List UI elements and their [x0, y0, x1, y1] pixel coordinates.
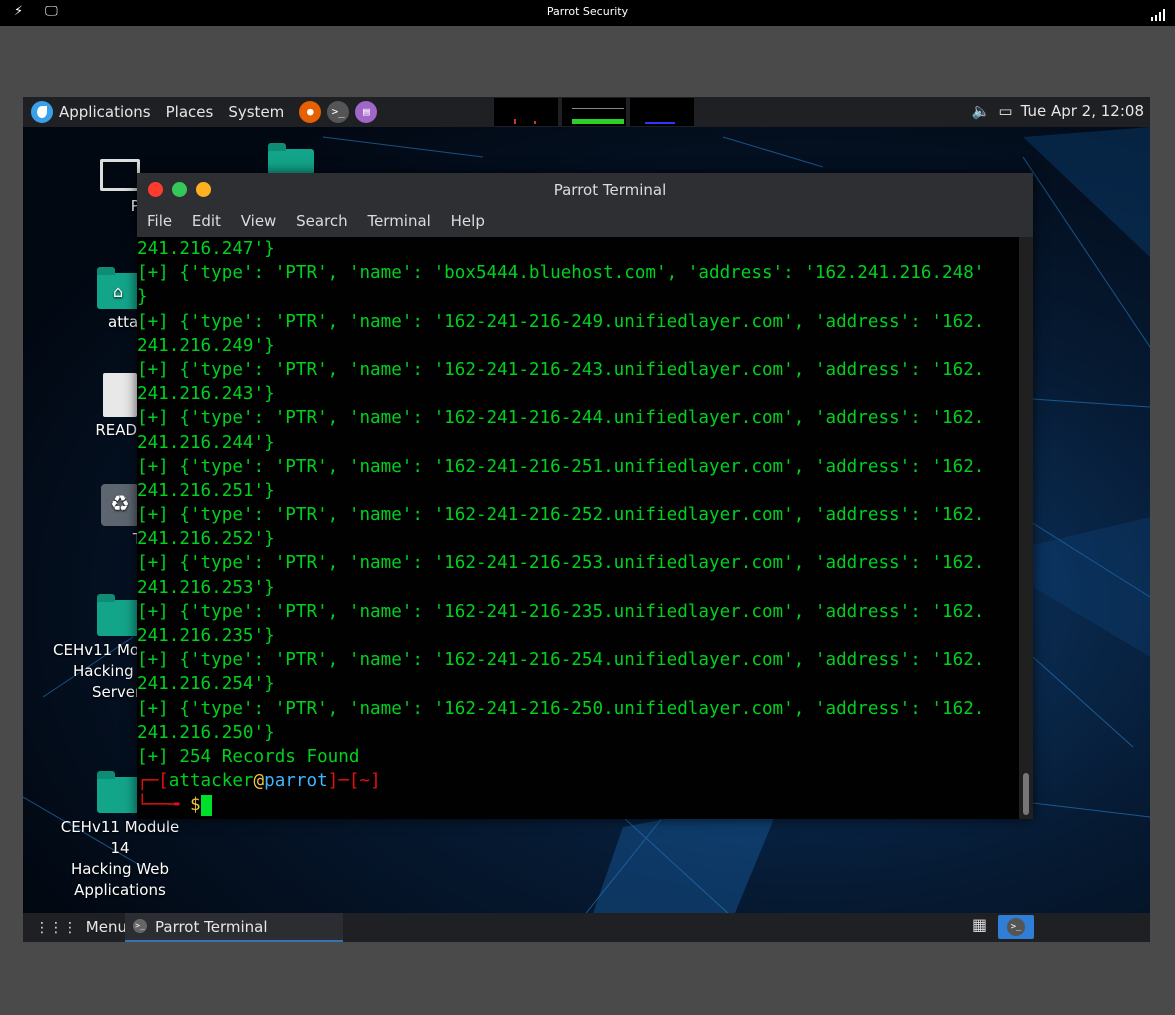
- terminal-line: [+] {'type': 'PTR', 'name': '162-241-216…: [137, 601, 985, 622]
- menu-terminal[interactable]: Terminal: [367, 212, 430, 230]
- prompt-bracket-close: ]: [370, 771, 381, 792]
- terminal-window[interactable]: Parrot Terminal File Edit View Search Te…: [137, 173, 1033, 819]
- terminal-line: [+] {'type': 'PTR', 'name': '162-241-216…: [137, 311, 985, 332]
- terminal-title-bar[interactable]: Parrot Terminal: [137, 173, 1033, 207]
- screen-icon[interactable]: ▭: [998, 102, 1012, 120]
- text-cursor: [200, 794, 212, 816]
- prompt-bracket-open: ┌─[: [137, 771, 169, 792]
- terminal-tray-icon[interactable]: >_: [998, 915, 1034, 939]
- prompt-dir: ~: [359, 771, 371, 792]
- host-title: Parrot Security: [546, 5, 629, 18]
- prompt-bracket-mid: ]─[: [327, 771, 360, 792]
- terminal-line: [+] {'type': 'PTR', 'name': '162-241-216…: [137, 505, 985, 526]
- terminal-line: [+] {'type': 'PTR', 'name': '162-241-216…: [137, 553, 985, 574]
- signal-strength-icon: [1151, 6, 1165, 25]
- scrollbar-thumb[interactable]: [1023, 773, 1029, 815]
- prompt-symbol: $: [189, 795, 201, 816]
- menu-edit[interactable]: Edit: [192, 212, 221, 230]
- menu-applications[interactable]: Applications: [59, 103, 151, 121]
- volume-icon[interactable]: 🔈: [972, 102, 991, 120]
- terminal-small-icon: >_: [133, 919, 147, 933]
- terminal-line: 241.216.254'}: [137, 674, 275, 695]
- menu-system[interactable]: System: [228, 103, 284, 121]
- terminal-line: 241.216.252'}: [137, 529, 275, 550]
- menu-button[interactable]: ⋮⋮⋮ Menu: [35, 918, 127, 936]
- terminal-input-line[interactable]: └──╼ $: [137, 793, 1019, 817]
- clock[interactable]: Tue Apr 2, 12:08: [1021, 102, 1144, 120]
- firefox-icon[interactable]: ●: [299, 101, 322, 123]
- terminal-line: [+] {'type': 'PTR', 'name': '162-241-216…: [137, 359, 985, 380]
- notes-icon[interactable]: ▤: [355, 101, 378, 123]
- menu-view[interactable]: View: [241, 212, 277, 230]
- terminal-prompt-line: ┌─[attacker@parrot]─[~]: [137, 769, 1019, 793]
- taskbar-item-parrot-terminal[interactable]: >_ Parrot Terminal: [125, 913, 343, 942]
- document-icon: [103, 373, 137, 417]
- menu-file[interactable]: File: [147, 212, 172, 230]
- parrot-logo-icon[interactable]: [31, 101, 53, 123]
- terminal-line: [+] {'type': 'PTR', 'name': '162-241-216…: [137, 456, 985, 477]
- terminal-scrollbar[interactable]: [1019, 237, 1033, 819]
- terminal-line: [+] {'type': 'PTR', 'name': '162-241-216…: [137, 408, 985, 429]
- prompt-arrow: └──╼: [137, 795, 190, 816]
- terminal-output[interactable]: 241.216.247'} [+] {'type': 'PTR', 'name':…: [137, 237, 1019, 819]
- prompt-at: @: [253, 771, 265, 792]
- trash-icon: ♻: [101, 484, 139, 526]
- computer-icon: [100, 159, 140, 191]
- prompt-user: attacker: [168, 771, 254, 792]
- terminal-menu-bar: File Edit View Search Terminal Help: [137, 207, 1033, 237]
- grid-icon: ⋮⋮⋮: [35, 920, 77, 936]
- terminal-line: 241.216.247'}: [137, 239, 275, 259]
- terminal-line: }: [137, 287, 148, 308]
- terminal-line: 241.216.244'}: [137, 432, 275, 453]
- terminal-line: 241.216.250'}: [137, 722, 275, 743]
- terminal-line: 241.216.235'}: [137, 626, 275, 646]
- desktop-icon-label-line: CEHv11 Module 14: [60, 818, 180, 857]
- terminal-icon[interactable]: >_: [327, 101, 350, 123]
- network-monitor-applet[interactable]: [630, 98, 694, 126]
- menu-search[interactable]: Search: [296, 212, 348, 230]
- terminal-line: 241.216.249'}: [137, 335, 275, 356]
- bottom-panel: ⋮⋮⋮ Menu >_ Parrot Terminal ▦ >_: [23, 913, 1150, 942]
- menu-places[interactable]: Places: [166, 103, 214, 121]
- prompt-host: parrot: [264, 771, 328, 792]
- taskbar-item-label: Parrot Terminal: [155, 918, 268, 936]
- workspace-switcher-icon[interactable]: ▦: [972, 915, 992, 937]
- memory-monitor-applet[interactable]: [562, 98, 626, 126]
- terminal-line: [+] {'type': 'PTR', 'name': 'box5444.blu…: [137, 263, 985, 284]
- top-panel: Applications Places System ● >_ ▤ 🔈 ▭ Tu…: [23, 97, 1150, 127]
- terminal-line: 241.216.251'}: [137, 480, 275, 501]
- terminal-line: [+] 254 Records Found: [137, 746, 360, 767]
- menu-help[interactable]: Help: [451, 212, 485, 230]
- terminal-line: 241.216.243'}: [137, 384, 275, 405]
- terminal-line: [+] {'type': 'PTR', 'name': '162-241-216…: [137, 650, 985, 671]
- desktop-icon-label-line: Hacking Web: [70, 860, 170, 878]
- host-title-bar: ⚡ 🖵 Parrot Security: [0, 0, 1175, 26]
- terminal-line: 241.216.253'}: [137, 577, 275, 598]
- cpu-monitor-applet[interactable]: [494, 98, 558, 126]
- terminal-title: Parrot Terminal: [553, 181, 667, 199]
- terminal-line: [+] {'type': 'PTR', 'name': '162-241-216…: [137, 698, 985, 719]
- desktop-icon-label-line: Applications: [74, 881, 166, 899]
- menu-label: Menu: [85, 918, 127, 936]
